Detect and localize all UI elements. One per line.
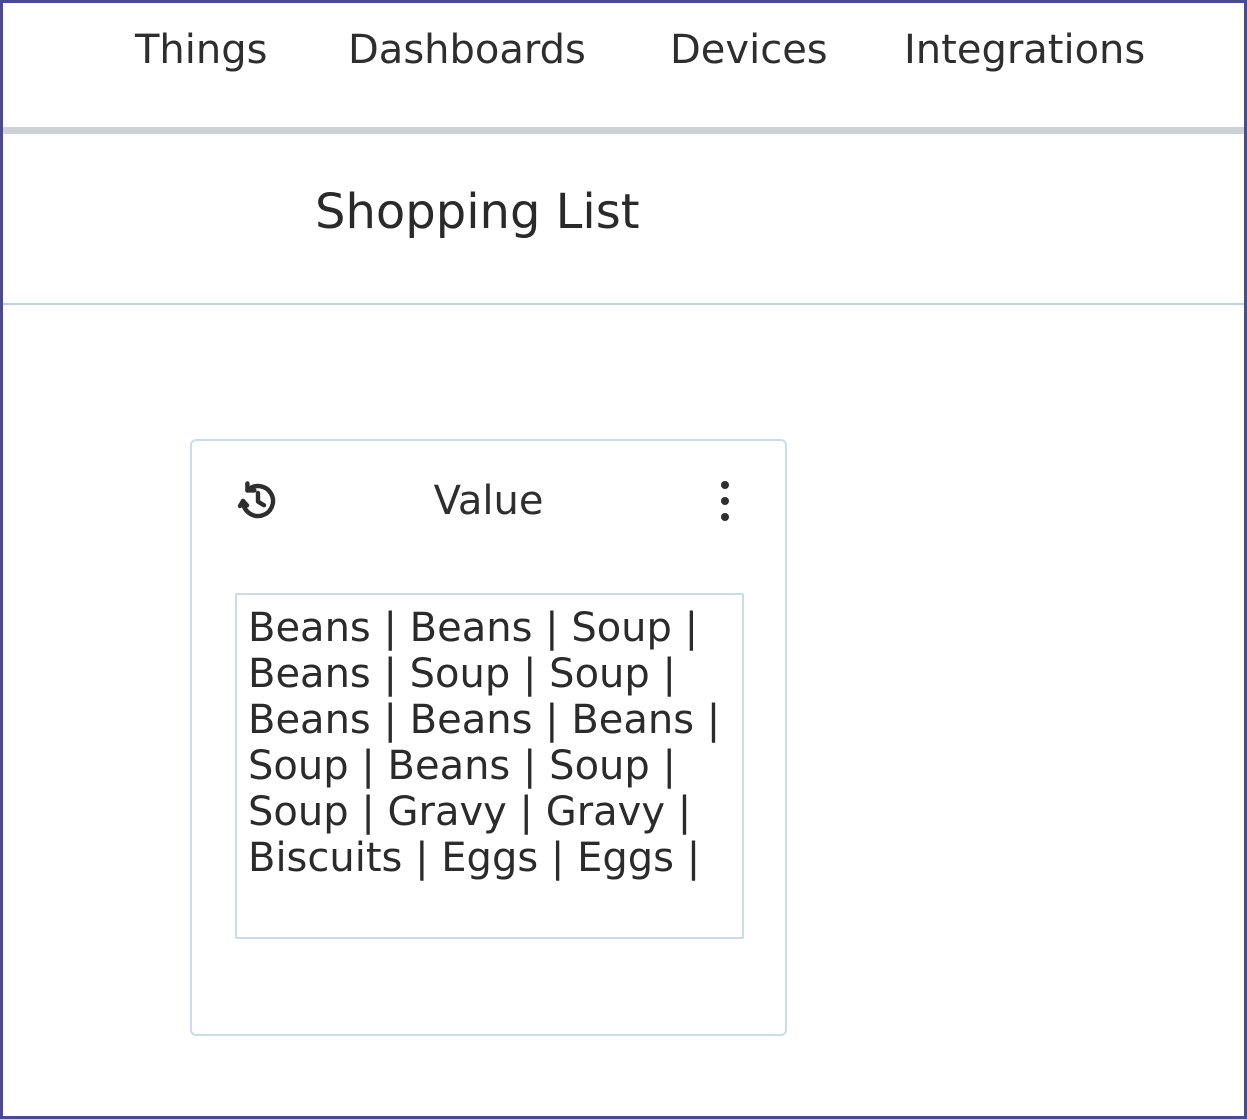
widget-title: Value [433,478,544,524]
page-header: Shopping List [3,134,1244,303]
app-frame: Things Dashboards Devices Integrations S… [0,0,1247,1119]
page-title: Shopping List [315,184,640,240]
nav-item-dashboards[interactable]: Dashboards [348,25,586,75]
more-vertical-icon[interactable] [715,477,735,525]
value-widget-card: Value Beans | Beans | Soup | Beans | Sou… [190,439,787,1036]
value-display: Beans | Beans | Soup | Beans | Soup | So… [235,593,744,939]
nav-item-integrations[interactable]: Integrations [904,25,1145,75]
nav-item-devices[interactable]: Devices [670,25,828,75]
nav-divider [3,127,1244,134]
nav-item-things[interactable]: Things [135,25,267,75]
top-navigation: Things Dashboards Devices Integrations [3,3,1244,127]
header-divider [3,303,1244,305]
